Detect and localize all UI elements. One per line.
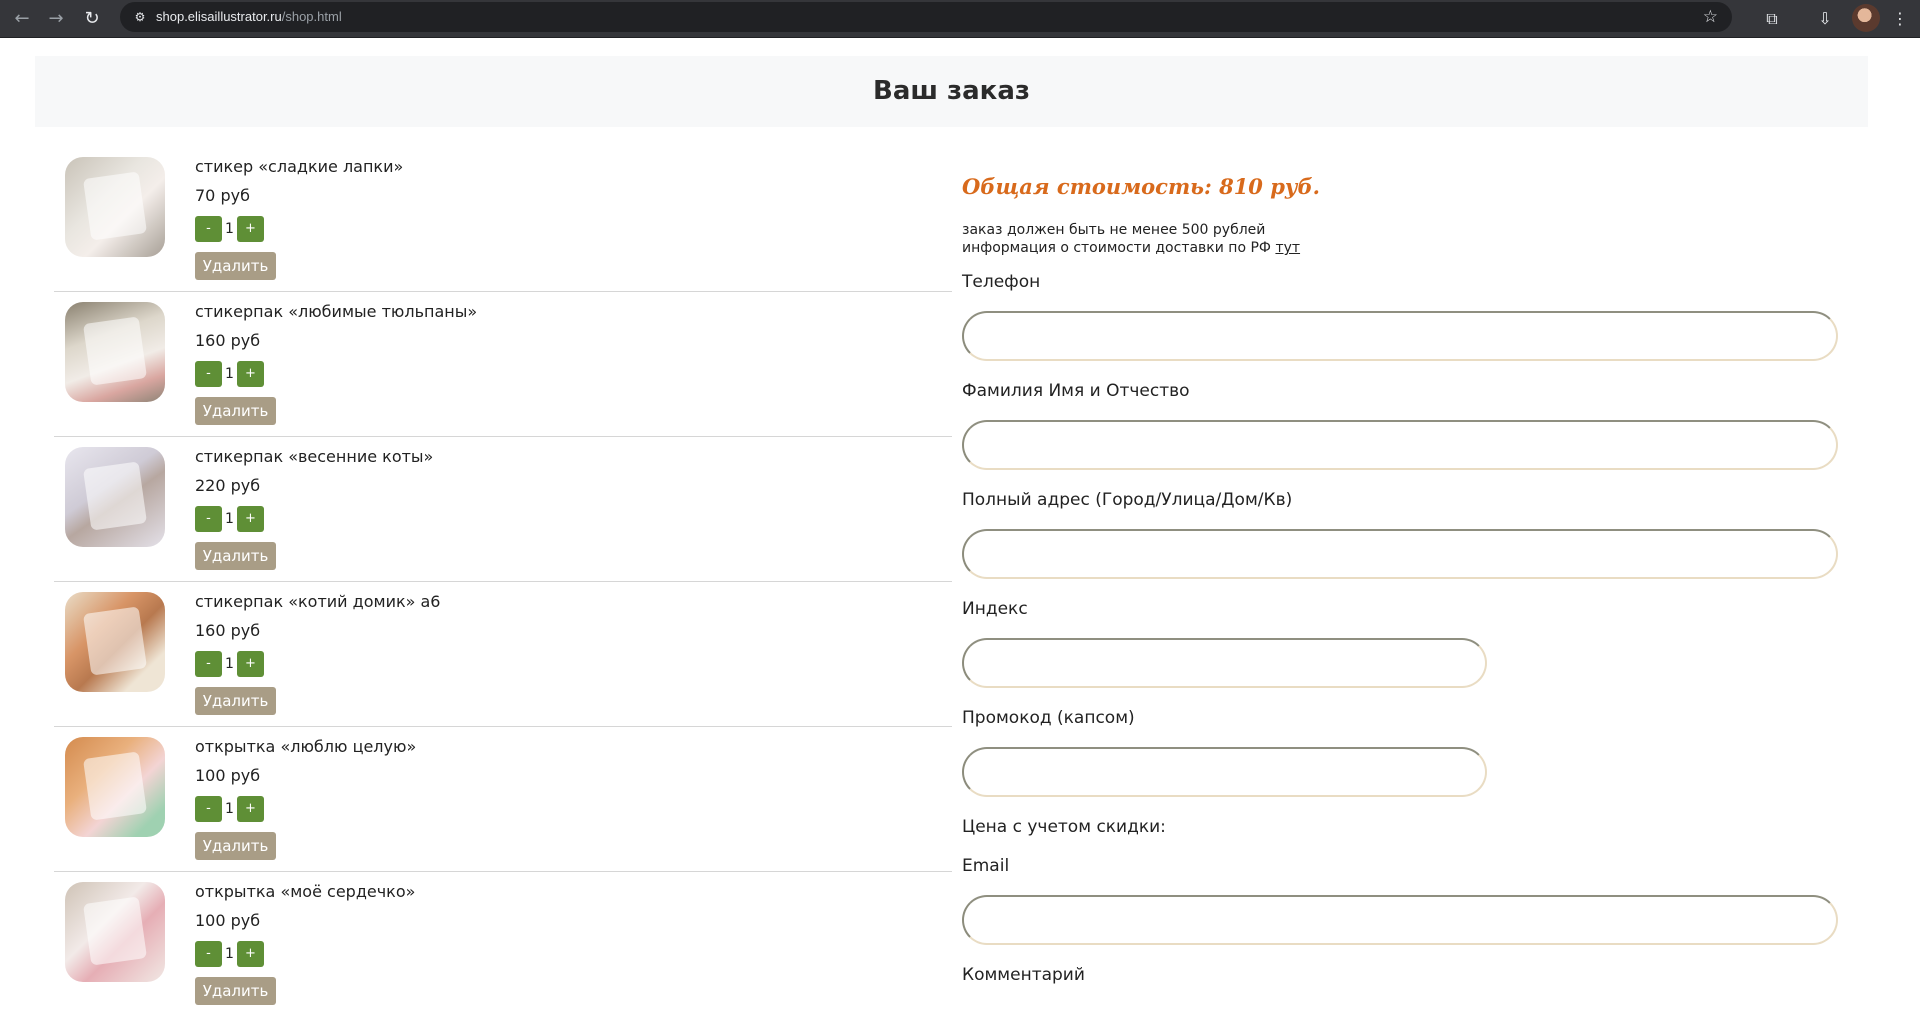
email-label: Email xyxy=(962,856,1010,876)
increase-button[interactable]: + xyxy=(237,216,264,242)
increase-button[interactable]: + xyxy=(237,796,264,822)
increase-button[interactable]: + xyxy=(237,941,264,967)
decrease-button[interactable]: - xyxy=(195,941,222,967)
remove-button[interactable]: Удалить xyxy=(195,687,276,715)
remove-button[interactable]: Удалить xyxy=(195,977,276,1005)
quantity-value: 1 xyxy=(225,366,234,382)
quantity-stepper: - 1 + xyxy=(195,651,264,677)
product-name: открытка «моё сердечко» xyxy=(195,882,416,901)
browser-toolbar: ← → ↻ ⚙ shop.elisaillustrator.ru/shop.ht… xyxy=(0,0,1920,38)
cart-item: стикерпак «любимые тюльпаны» 160 руб - 1… xyxy=(54,292,952,437)
delivery-note: информация о стоимости доставки по РФ xyxy=(962,240,1271,256)
product-price: 160 руб xyxy=(195,621,261,640)
order-total: Общая стоимость: 810 руб. xyxy=(962,174,1320,199)
url-path: /shop.html xyxy=(281,9,342,24)
bookmark-star-icon[interactable]: ☆ xyxy=(1703,7,1718,27)
remove-button[interactable]: Удалить xyxy=(195,252,276,280)
discount-price-label: Цена с учетом скидки: xyxy=(962,817,1166,837)
decrease-button[interactable]: - xyxy=(195,361,222,387)
remove-button[interactable]: Удалить xyxy=(195,397,276,425)
cart-item: стикерпак «весенние коты» 220 руб - 1 + … xyxy=(54,437,952,582)
quantity-stepper: - 1 + xyxy=(195,361,264,387)
product-name: стикерпак «любимые тюльпаны» xyxy=(195,302,478,321)
phone-input[interactable] xyxy=(962,311,1838,361)
address-bar[interactable]: ⚙ shop.elisaillustrator.ru/shop.html ☆ xyxy=(120,2,1732,32)
reload-icon[interactable]: ↻ xyxy=(78,5,106,33)
fullname-label: Фамилия Имя и Отчество xyxy=(962,381,1190,401)
product-name: стикерпак «котий домик» а6 xyxy=(195,592,441,611)
back-icon[interactable]: ← xyxy=(8,5,36,33)
promo-code-input[interactable] xyxy=(962,747,1487,797)
decrease-button[interactable]: - xyxy=(195,796,222,822)
quantity-stepper: - 1 + xyxy=(195,216,264,242)
postal-index-input[interactable] xyxy=(962,638,1487,688)
quantity-value: 1 xyxy=(225,221,234,237)
fullname-input[interactable] xyxy=(962,420,1838,470)
extensions-icon[interactable]: ⧉ xyxy=(1758,5,1786,33)
comment-label: Комментарий xyxy=(962,965,1085,985)
product-name: стикер «сладкие лапки» xyxy=(195,157,404,176)
product-image[interactable] xyxy=(65,157,165,257)
quantity-stepper: - 1 + xyxy=(195,506,264,532)
min-order-note: заказ должен быть не менее 500 рублей xyxy=(962,222,1266,238)
page-title: Ваш заказ xyxy=(873,76,1030,106)
email-input[interactable] xyxy=(962,895,1838,945)
forward-icon[interactable]: → xyxy=(42,5,70,33)
cart-item: стикер «сладкие лапки» 70 руб - 1 + Удал… xyxy=(54,147,952,292)
product-image[interactable] xyxy=(65,737,165,837)
product-price: 220 руб xyxy=(195,476,261,495)
product-price: 100 руб xyxy=(195,766,261,785)
product-price: 70 руб xyxy=(195,186,250,205)
quantity-value: 1 xyxy=(225,946,234,962)
quantity-value: 1 xyxy=(225,656,234,672)
decrease-button[interactable]: - xyxy=(195,651,222,677)
menu-icon[interactable]: ⋮ xyxy=(1886,5,1914,33)
product-image[interactable] xyxy=(65,302,165,402)
address-label: Полный адрес (Город/Улица/Дом/Кв) xyxy=(962,490,1293,510)
cart-item: открытка «люблю целую» 100 руб - 1 + Уда… xyxy=(54,727,952,872)
product-image[interactable] xyxy=(65,592,165,692)
increase-button[interactable]: + xyxy=(237,506,264,532)
cart-item: стикерпак «котий домик» а6 160 руб - 1 +… xyxy=(54,582,952,727)
increase-button[interactable]: + xyxy=(237,651,264,677)
promo-code-label: Промокод (капсом) xyxy=(962,708,1135,728)
phone-label: Телефон xyxy=(962,272,1041,292)
decrease-button[interactable]: - xyxy=(195,506,222,532)
product-image[interactable] xyxy=(65,447,165,547)
quantity-stepper: - 1 + xyxy=(195,796,264,822)
shop-page: Ваш заказ стикер «сладкие лапки» 70 руб … xyxy=(0,39,1920,1005)
cart-item: открытка «моё сердечко» 100 руб - 1 + Уд… xyxy=(54,872,952,1017)
url-text[interactable]: shop.elisaillustrator.ru/shop.html xyxy=(156,9,342,24)
url-host: shop.elisaillustrator.ru xyxy=(156,9,282,24)
download-icon[interactable]: ⇩ xyxy=(1811,5,1839,33)
increase-button[interactable]: + xyxy=(237,361,264,387)
product-name: открытка «люблю целую» xyxy=(195,737,417,756)
address-input[interactable] xyxy=(962,529,1838,579)
postal-index-label: Индекс xyxy=(962,599,1028,619)
order-header: Ваш заказ xyxy=(35,56,1868,127)
quantity-value: 1 xyxy=(225,801,234,817)
cart-list: стикер «сладкие лапки» 70 руб - 1 + Удал… xyxy=(54,147,952,1017)
decrease-button[interactable]: - xyxy=(195,216,222,242)
quantity-stepper: - 1 + xyxy=(195,941,264,967)
delivery-info-link[interactable]: тут xyxy=(1275,240,1300,256)
order-notes: заказ должен быть не менее 500 рублей ин… xyxy=(962,221,1300,257)
remove-button[interactable]: Удалить xyxy=(195,832,276,860)
product-price: 160 руб xyxy=(195,331,261,350)
profile-avatar[interactable] xyxy=(1852,4,1880,32)
product-image[interactable] xyxy=(65,882,165,982)
remove-button[interactable]: Удалить xyxy=(195,542,276,570)
quantity-value: 1 xyxy=(225,511,234,527)
product-price: 100 руб xyxy=(195,911,261,930)
site-info-icon[interactable]: ⚙ xyxy=(132,9,148,25)
product-name: стикерпак «весенние коты» xyxy=(195,447,434,466)
